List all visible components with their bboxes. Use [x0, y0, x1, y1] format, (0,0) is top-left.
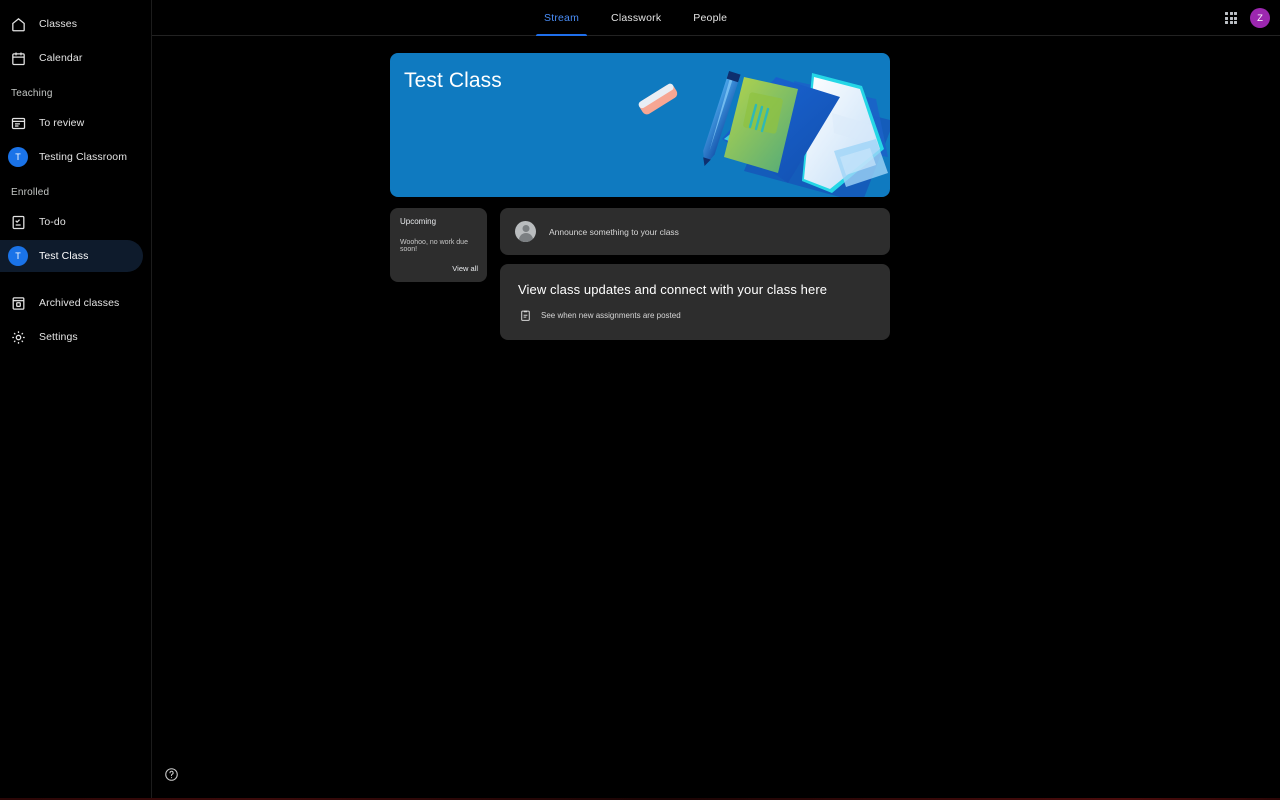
class-avatar: T: [8, 246, 28, 266]
header-actions: Z: [1222, 0, 1270, 36]
sidebar-section-enrolled: Enrolled: [11, 187, 50, 198]
upcoming-body: Woohoo, no work due soon!: [400, 239, 468, 253]
class-tabs: Stream Classwork People: [528, 0, 743, 36]
sidebar-section-teaching: Teaching: [11, 88, 53, 99]
class-updates-row-text: See when new assignments are posted: [541, 310, 681, 320]
tab-label: Stream: [544, 12, 580, 24]
calendar-icon: [8, 48, 28, 68]
sidebar-item-label: Testing Classroom: [39, 150, 128, 163]
todo-icon: [8, 212, 28, 232]
sidebar-item-calendar[interactable]: Calendar: [0, 42, 143, 74]
gear-icon: [8, 327, 28, 347]
sidebar-item-test-class[interactable]: T Test Class: [0, 240, 143, 272]
home-icon: [8, 14, 28, 34]
books-pen-eraser-illustration: [638, 70, 890, 197]
tab-label: People: [693, 12, 728, 24]
class-updates-heading: View class updates and connect with your…: [518, 282, 828, 297]
user-avatar-placeholder: [515, 221, 536, 242]
page-title: Test Class: [404, 69, 502, 92]
sidebar-item-label: To review: [39, 116, 85, 129]
view-all-link[interactable]: View all: [400, 264, 478, 273]
class-avatar: T: [8, 147, 28, 167]
sidebar-item-classes[interactable]: Classes: [0, 8, 143, 40]
sidebar-item-label: Calendar: [39, 51, 83, 64]
assignment-icon: [518, 308, 532, 322]
help-circle-icon[interactable]: [164, 767, 184, 787]
upcoming-title: Upcoming: [400, 217, 437, 226]
top-header: Stream Classwork People Z: [152, 0, 1280, 36]
sidebar-item-settings[interactable]: Settings: [0, 321, 143, 353]
class-updates-row: See when new assignments are posted: [518, 308, 872, 322]
class-banner[interactable]: Test Class: [390, 53, 890, 197]
avatar[interactable]: Z: [1250, 8, 1270, 28]
sidebar-item-label: Classes: [39, 17, 78, 30]
sidebar-item-label: Archived classes: [39, 296, 120, 309]
tab-people[interactable]: People: [677, 0, 743, 36]
tab-stream[interactable]: Stream: [528, 0, 595, 36]
sidebar-item-to-do[interactable]: To-do: [0, 206, 143, 238]
upcoming-card: Upcoming Woohoo, no work due soon! View …: [390, 208, 487, 282]
sidebar-item-testing-classroom[interactable]: T Testing Classroom: [0, 141, 143, 173]
tab-label: Classwork: [611, 12, 662, 24]
sidebar-item-label: Settings: [39, 330, 78, 343]
sidebar-item-label: Test Class: [39, 249, 89, 262]
sidebar-item-label: To-do: [39, 215, 66, 228]
announce-placeholder: Announce something to your class: [549, 226, 679, 237]
to-review-icon: [8, 113, 28, 133]
sidebar-item-archived-classes[interactable]: Archived classes: [0, 287, 143, 319]
apps-grid-icon[interactable]: [1222, 9, 1240, 27]
sidebar: Classes Calendar Teaching To review T Te…: [0, 0, 152, 800]
main-content: Test Class Upcoming Woohoo, no work due …: [152, 36, 1280, 800]
announce-input[interactable]: Announce something to your class: [500, 208, 890, 255]
archive-icon: [8, 293, 28, 313]
tab-classwork[interactable]: Classwork: [595, 0, 677, 36]
sidebar-item-to-review[interactable]: To review: [0, 107, 143, 139]
classroom-app: Classes Calendar Teaching To review T Te…: [0, 0, 1280, 800]
class-updates-card: View class updates and connect with your…: [500, 264, 890, 340]
